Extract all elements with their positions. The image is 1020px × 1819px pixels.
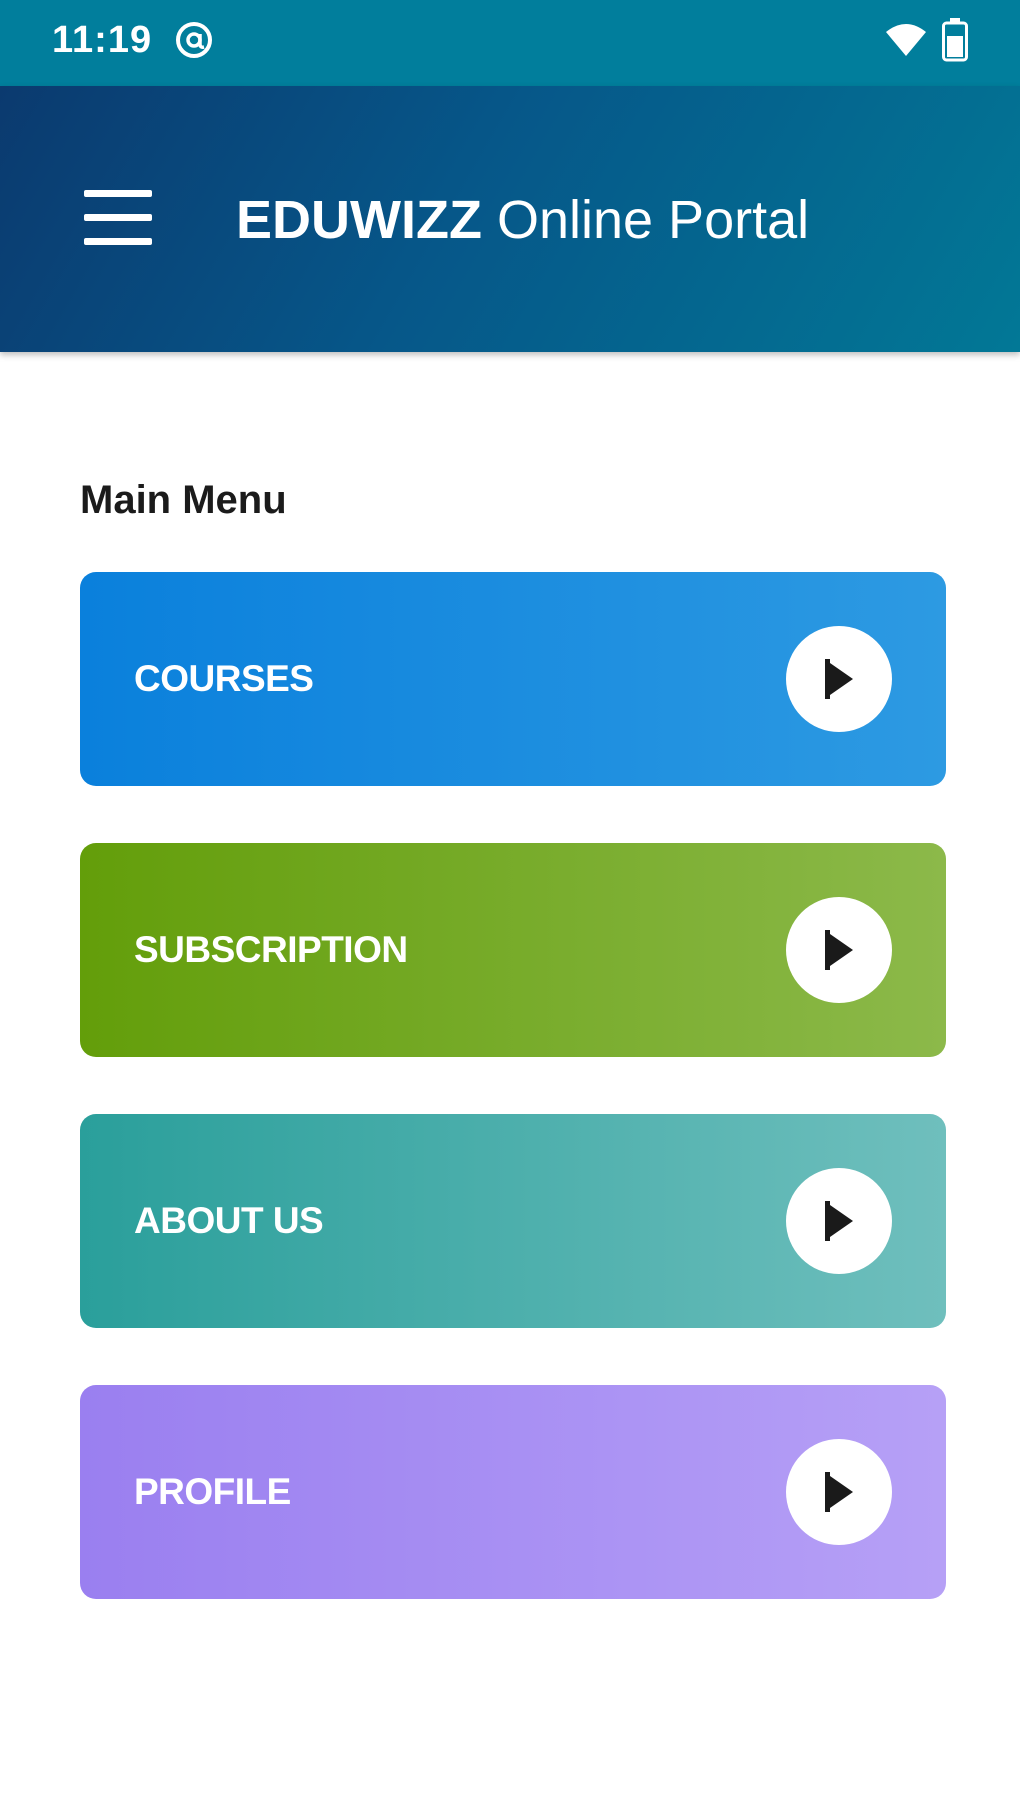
status-time: 11:19 (52, 19, 153, 61)
section-title: Main Menu (80, 478, 287, 522)
courses-button[interactable]: COURSES (80, 572, 946, 786)
play-icon (825, 1201, 853, 1241)
about-us-label: ABOUT US (134, 1200, 324, 1241)
courses-play-button[interactable] (786, 626, 892, 732)
app-bar: EDUWIZZ Online Portal (0, 86, 1020, 352)
profile-label: PROFILE (134, 1471, 291, 1512)
play-icon (825, 1472, 853, 1512)
app-title-brand: EDUWIZZ (236, 190, 482, 250)
play-icon (825, 659, 853, 699)
wifi-icon (886, 24, 926, 56)
subscription-label: SUBSCRIPTION (134, 929, 408, 970)
hamburger-menu-icon[interactable] (80, 186, 156, 250)
profile-play-button[interactable] (786, 1439, 892, 1545)
battery-icon (942, 18, 968, 62)
about-us-play-button[interactable] (786, 1168, 892, 1274)
app-title-subtitle: Online Portal (481, 190, 810, 250)
notification-icon (176, 22, 212, 58)
play-icon (825, 930, 853, 970)
about-us-button[interactable]: ABOUT US (80, 1114, 946, 1328)
subscription-button[interactable]: SUBSCRIPTION (80, 843, 946, 1057)
status-bar: 11:19 (0, 0, 1020, 86)
subscription-play-button[interactable] (786, 897, 892, 1003)
app-title: EDUWIZZ Online Portal (236, 188, 809, 252)
courses-label: COURSES (134, 658, 314, 699)
profile-button[interactable]: PROFILE (80, 1385, 946, 1599)
